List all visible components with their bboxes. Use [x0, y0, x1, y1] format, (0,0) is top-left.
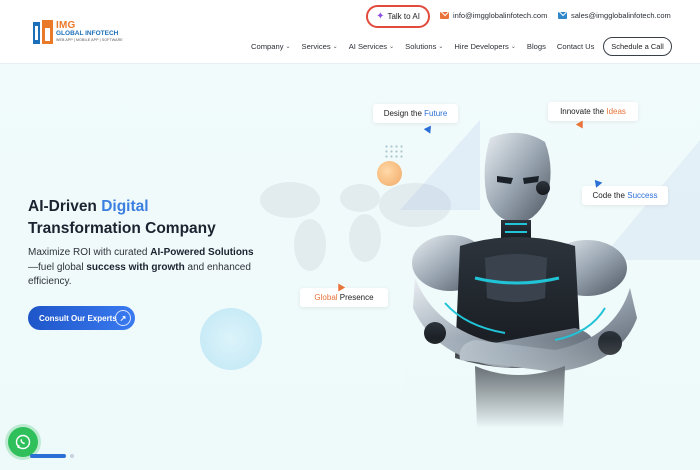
- desc-part: Maximize ROI with curated: [28, 247, 148, 258]
- site-header: IMG GLOBAL INFOTECH WEB APP | MOBILE APP…: [0, 0, 700, 64]
- schedule-call-button[interactable]: Schedule a Call: [603, 37, 672, 56]
- hero-description: Maximize ROI with curated AI-Powered Sol…: [28, 246, 268, 290]
- whatsapp-icon: [15, 434, 31, 450]
- badge-design-future: Design the Future: [373, 104, 458, 123]
- badge-highlight: Success: [627, 191, 658, 200]
- nav-item-contact-us[interactable]: Contact Us: [557, 42, 595, 51]
- mail-icon: [558, 12, 567, 19]
- logo-name: GLOBAL INFOTECH: [56, 30, 119, 37]
- headline-part: Transformation Company: [28, 220, 216, 237]
- mail-icon: [440, 12, 449, 19]
- badge-code-success: Code the Success: [582, 186, 668, 205]
- nav-label: Solutions: [405, 42, 437, 51]
- nav-item-solutions[interactable]: Solutions ⌄: [405, 42, 443, 51]
- info-email-text: info@imgglobalinfotech.com: [453, 11, 548, 20]
- logo-tagline: WEB APP | MOBILE APP | SOFTWARE: [56, 38, 123, 42]
- company-logo[interactable]: IMG GLOBAL INFOTECH WEB APP | MOBILE APP…: [32, 19, 123, 47]
- badge-text: Code the: [592, 191, 625, 200]
- orange-orb-decoration: [377, 161, 402, 186]
- desc-bold: success with growth: [86, 261, 185, 273]
- chevron-down-icon: ⌄: [510, 44, 516, 50]
- headline-part: AI-Driven: [28, 198, 97, 215]
- dot-pattern-decoration: [384, 144, 404, 158]
- sparkle-icon: ✦: [376, 11, 385, 22]
- badge-text: Innovate the: [560, 107, 605, 116]
- chevron-down-icon: ⌄: [332, 44, 338, 50]
- main-nav: Company ⌄ Services ⌄ AI Services ⌄ Solut…: [251, 42, 605, 51]
- nav-item-ai-services[interactable]: AI Services ⌄: [349, 42, 394, 51]
- nav-label: Blogs: [526, 42, 546, 51]
- desc-part: —fuel global: [28, 261, 84, 273]
- nav-item-services[interactable]: Services ⌄: [302, 42, 338, 51]
- nav-label: Hire Developers: [454, 42, 509, 51]
- hero-slider-indicator-active[interactable]: [30, 454, 66, 458]
- desc-bold: AI-Powered Solutions: [150, 247, 254, 258]
- badge-innovate-ideas: Innovate the Ideas: [548, 102, 638, 121]
- nav-label: AI Services: [348, 42, 388, 51]
- nav-item-hire-developers[interactable]: Hire Developers ⌄: [454, 42, 515, 51]
- ai-robot-illustration: [405, 128, 640, 428]
- nav-item-blogs[interactable]: Blogs: [527, 42, 546, 51]
- talk-to-ai-label: Talk to AI: [387, 12, 420, 21]
- chevron-down-icon: ⌄: [389, 44, 395, 50]
- badge-highlight: Future: [424, 109, 448, 118]
- sales-email-link[interactable]: sales@imgglobalinfotech.com: [558, 11, 671, 20]
- info-email-link[interactable]: info@imgglobalinfotech.com: [440, 11, 547, 20]
- consult-experts-button[interactable]: Consult Our Experts ↗: [28, 306, 135, 330]
- talk-to-ai-button[interactable]: ✦ Talk to AI: [366, 5, 430, 28]
- nav-label: Company: [251, 42, 284, 51]
- blue-orb-decoration: [200, 308, 262, 370]
- hero-headline: AI-Driven Digital Transformation Company: [28, 196, 216, 240]
- whatsapp-chat-button[interactable]: [8, 427, 38, 457]
- sales-email-text: sales@imgglobalinfotech.com: [571, 11, 671, 20]
- badge-global-presence: Global Presence: [300, 288, 388, 307]
- badge-text: Design the: [383, 109, 422, 118]
- nav-label: Contact Us: [556, 42, 595, 51]
- cta-label: Consult Our Experts: [39, 313, 117, 323]
- badge-highlight: Ideas: [606, 107, 626, 116]
- headline-accent: Digital: [101, 198, 149, 215]
- hero-slider-indicator[interactable]: [70, 454, 74, 458]
- nav-item-company[interactable]: Company ⌄: [251, 42, 291, 51]
- chevron-down-icon: ⌄: [438, 44, 444, 50]
- logo-mark-icon: [33, 20, 53, 44]
- badge-highlight: Global: [314, 293, 338, 302]
- arrow-up-right-icon: ↗: [115, 310, 131, 326]
- badge-text: Presence: [339, 293, 374, 302]
- chevron-down-icon: ⌄: [285, 44, 291, 50]
- nav-label: Services: [301, 42, 331, 51]
